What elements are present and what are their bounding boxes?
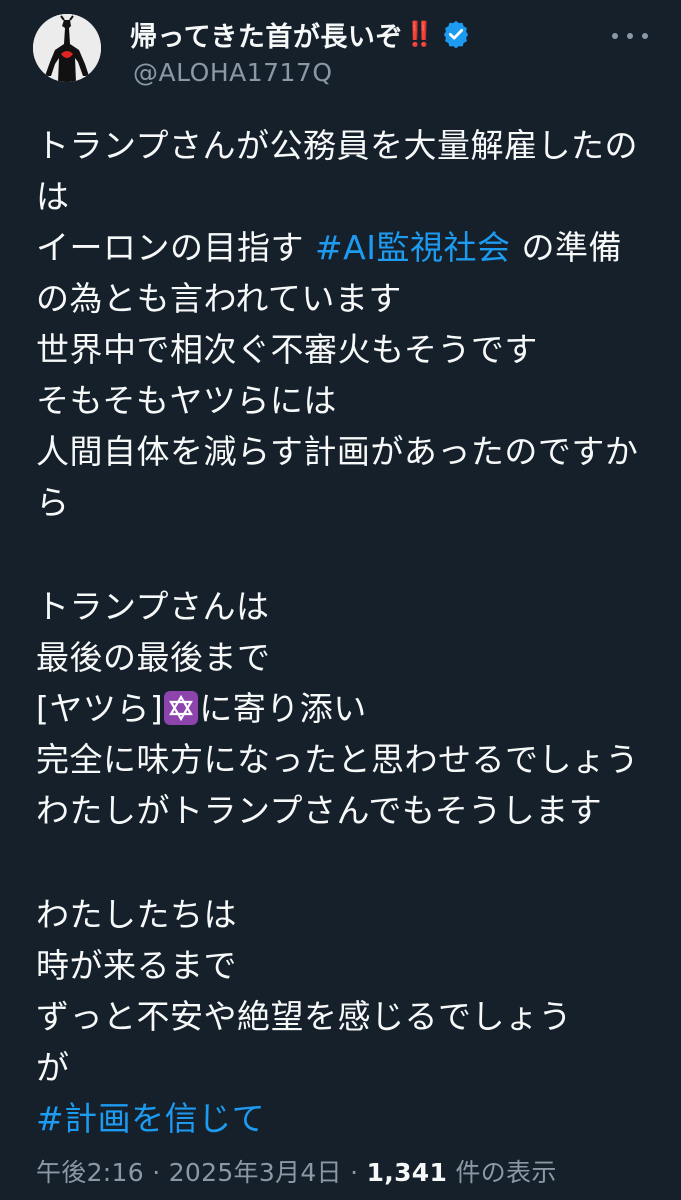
avatar[interactable] <box>33 14 101 82</box>
dot <box>612 33 618 39</box>
verified-badge-icon <box>441 19 471 49</box>
tweet-line: は <box>36 177 70 216</box>
view-count: 1,341 <box>366 1158 448 1187</box>
tweet-time[interactable]: 午後2:16 <box>36 1158 144 1187</box>
separator: · <box>341 1158 367 1187</box>
double-exclamation-icon: ‼️ <box>404 20 435 48</box>
hashtag-link[interactable]: #計画を信じて <box>36 1099 265 1138</box>
tweet-line: イーロンの目指す #AI監視社会 の準備 <box>36 222 666 273</box>
tweet-text-segment: イーロンの目指す <box>36 228 315 267</box>
view-label: 件の表示 <box>447 1158 557 1187</box>
author-handle[interactable]: @ALOHA1717Q <box>133 58 333 87</box>
tweet-line: 完全に味方になったと思わせるでしょう <box>36 740 639 779</box>
tweet-line: トランプさんが公務員を大量解雇したの <box>36 126 639 165</box>
tweet-text-segment: に寄り添い <box>199 689 367 728</box>
tweet-line: 時が来るまで <box>36 946 237 985</box>
tweet-line: [ヤツら] に寄り添い <box>36 683 666 734</box>
tweet-line: ずっと不安や絶望を感じるでしょう <box>36 997 572 1036</box>
tweet-text: トランプさんが公務員を大量解雇したの は イーロンの目指す #AI監視社会 の準… <box>36 120 666 1144</box>
tweet-text-segment: [ヤツら] <box>36 689 164 728</box>
tweet-line: わたしがトランプさんでもそうします <box>36 791 603 830</box>
tweet-line: 人間自体を減らす計画があったのですか <box>36 432 639 471</box>
dot <box>627 33 633 39</box>
separator: · <box>143 1158 169 1187</box>
tweet-line: そもそもヤツらには <box>36 381 337 420</box>
tweet-line: 世界中で相次ぐ不審火もそうです <box>36 330 538 369</box>
tweet-line: ら <box>36 483 70 522</box>
star-of-david-icon <box>164 691 199 725</box>
tweet-line: #計画を信じて <box>36 1093 666 1144</box>
tweet-line: の為とも言われています <box>36 279 402 318</box>
hashtag-link[interactable]: #AI監視社会 <box>315 228 510 267</box>
tweet-text-segment: の準備 <box>510 228 622 267</box>
tweet-line: トランプさんは <box>36 587 270 626</box>
tweet-metadata: 午後2:16 · 2025年3月4日 · 1,341 件の表示 <box>36 1153 557 1189</box>
tweet-line: わたしたちは <box>36 895 237 934</box>
author-name-row[interactable]: 帰ってきた首が長いぞ ‼️ <box>130 14 471 54</box>
tweet-date[interactable]: 2025年3月4日 <box>169 1158 342 1187</box>
tweet-line: 最後の最後まで <box>36 638 271 677</box>
avatar-silhouette <box>33 14 101 82</box>
more-dots-icon[interactable] <box>612 22 648 50</box>
dot <box>642 33 648 39</box>
tweet-line: が <box>36 1048 70 1087</box>
author-display-name[interactable]: 帰ってきた首が長いぞ <box>130 15 403 54</box>
tweet-header: 帰ってきた首が長いぞ ‼️ @ALOHA1717Q <box>0 0 681 100</box>
